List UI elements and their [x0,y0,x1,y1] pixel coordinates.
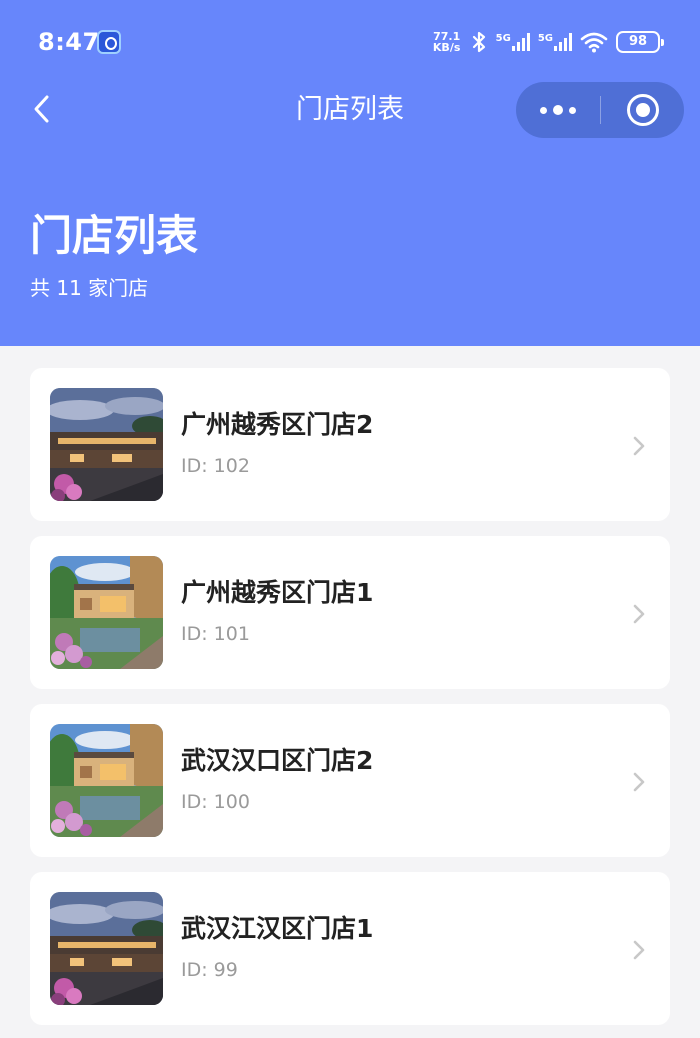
store-list: 广州越秀区门店2 ID: 102 广州越秀区门店1 ID: 101 武汉汉口区门… [30,368,670,1038]
store-name: 广州越秀区门店2 [181,410,374,439]
signal-1: 5G [496,33,530,51]
app-notification-icon [97,30,121,54]
status-bar: 8:47 77.1 KB/s 5G 5G 98 [0,0,700,84]
store-id: ID: 101 [181,623,250,645]
store-thumbnail [50,556,163,669]
store-card[interactable]: 广州越秀区门店1 ID: 101 [30,536,670,689]
battery-indicator: 98 [616,31,664,53]
target-circle-icon[interactable] [627,94,659,126]
signal-1-label: 5G [495,33,511,44]
network-speed-unit: KB/s [432,41,461,54]
store-id: ID: 100 [181,791,250,813]
store-thumbnail [50,892,163,1005]
store-card[interactable]: 武汉汉口区门店2 ID: 100 [30,704,670,857]
wifi-icon [580,32,608,53]
signal-2: 5G [538,33,572,51]
network-speed: 77.1 KB/s [432,31,462,53]
chevron-right-icon [633,940,645,960]
signal-bars-icon [554,33,572,51]
store-thumbnail [50,724,163,837]
status-time: 8:47 [38,28,100,56]
store-thumbnail [50,388,163,501]
signal-bars-icon [511,33,530,51]
store-card[interactable]: 广州越秀区门店2 ID: 102 [30,368,670,521]
store-name: 广州越秀区门店1 [181,578,374,607]
status-indicators: 77.1 KB/s 5G 5G 98 [432,28,664,56]
bluetooth-icon [472,31,485,53]
store-count: 共 11 家门店 [30,276,149,300]
store-card[interactable]: 武汉江汉区门店1 ID: 99 [30,872,670,1025]
capsule-divider [600,96,601,124]
mini-program-capsule [516,82,684,138]
store-id: ID: 99 [181,959,238,981]
store-id: ID: 102 [181,455,250,477]
page-title: 门店列表 [30,211,199,260]
store-name: 武汉汉口区门店2 [181,746,374,775]
more-dots-icon[interactable] [516,82,600,138]
chevron-right-icon [633,436,645,456]
chevron-right-icon [633,604,645,624]
chevron-right-icon [633,772,645,792]
signal-2-label: 5G [537,33,553,44]
store-name: 武汉江汉区门店1 [181,914,374,943]
